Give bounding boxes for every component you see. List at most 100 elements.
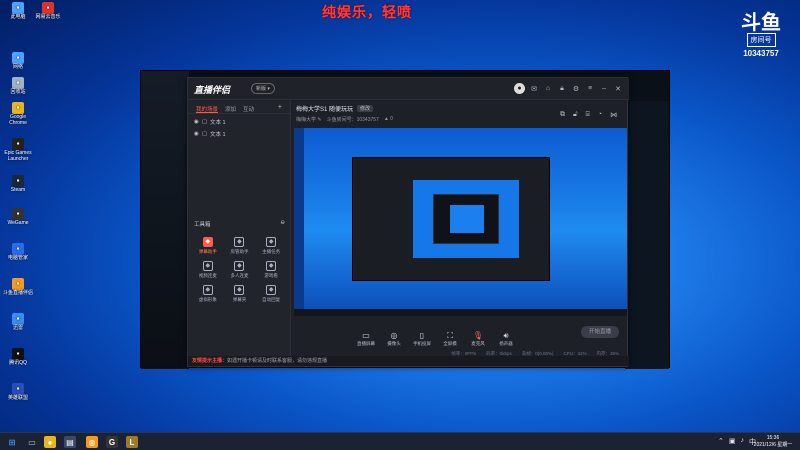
clock-time: 15:36: [766, 435, 780, 441]
explorer-icon[interactable]: ▤: [64, 436, 76, 448]
lock-icon[interactable]: 🔓︎: [573, 111, 578, 119]
tool-label: 弹幕助手: [198, 249, 217, 254]
share-icon[interactable]: ⋈: [610, 111, 617, 119]
source-button[interactable]: ⛶ 全屏模: [436, 331, 464, 347]
desktop-shortcut-label: 网络: [12, 64, 23, 70]
tool-label: 房管助手: [230, 249, 249, 254]
desktop-shortcut[interactable]: ▪ 斗鱼直播伴侣: [2, 278, 34, 297]
tab-scenes[interactable]: 我的场景: [196, 105, 219, 113]
edit-title-button[interactable]: 修改: [357, 105, 374, 112]
tool-item[interactable]: ◆ 房管助手: [224, 237, 256, 255]
desktop-shortcut-label: 腾讯QQ: [9, 360, 27, 366]
reply-icon: ◆: [266, 285, 277, 295]
network-icon: ▪: [12, 52, 24, 64]
nested-preview-inner: [413, 180, 519, 258]
douyu-icon[interactable]: ◍: [86, 436, 98, 448]
task-icon: ◆: [266, 237, 277, 247]
tool-item[interactable]: ◆ 自动回复: [255, 285, 287, 303]
avatar[interactable]: ●: [514, 83, 525, 94]
video-icon: ◆: [202, 261, 213, 271]
source-button[interactable]: 🎙︎ 麦克风: [464, 331, 492, 347]
desktop-shortcut[interactable]: ▪ Google Chrome: [2, 102, 34, 126]
desktop-shortcut[interactable]: ▪ 英雄联盟: [2, 383, 34, 402]
desktop-shortcut[interactable]: ▪ WeGame: [2, 208, 34, 227]
clock[interactable]: 15:36 2021/12/6 星期一: [752, 435, 794, 449]
music-icon: ▪: [42, 2, 54, 14]
tool-label: 多人连麦: [230, 273, 249, 278]
desktop-shortcut[interactable]: ▪ 此电脑: [2, 2, 34, 21]
wegame-icon[interactable]: G: [106, 436, 118, 448]
room-title: 梅梅大学S1 随便玩玩: [296, 107, 354, 113]
add-scene-icon[interactable]: +: [278, 104, 282, 113]
lock-icon[interactable]: 🔒︎: [557, 84, 567, 94]
lock-icon[interactable]: ▢: [202, 119, 207, 125]
nested-preview-inner-3: [450, 205, 484, 233]
stream-preview[interactable]: [294, 128, 627, 316]
tool-item[interactable]: ◆ 虚拟形象: [192, 285, 224, 303]
mic-icon: 🎙︎: [472, 331, 484, 340]
eye-icon[interactable]: ◉: [194, 119, 199, 125]
desktop-shortcut[interactable]: ▪ 回收站: [2, 77, 34, 96]
desktop-shortcut[interactable]: ▪ 电脑管家: [2, 243, 34, 262]
screen-icon: ▭: [362, 331, 370, 340]
tab-add[interactable]: 添加: [225, 105, 236, 113]
desktop-shortcut-label: Google Chrome: [9, 114, 27, 126]
tab-interact[interactable]: 互动: [243, 105, 254, 113]
eye-icon[interactable]: ◉: [194, 131, 199, 137]
tool-item[interactable]: ◆ 多人连麦: [224, 261, 256, 279]
room-id: 斗鱼房间号：10343757: [326, 117, 379, 123]
source-button[interactable]: 🔊︎ 扬声器: [492, 331, 520, 347]
start-live-button[interactable]: 开始直播: [581, 326, 619, 338]
desktop-shortcut[interactable]: ▪ 网易云音乐: [32, 2, 64, 21]
scene-tabs: 我的场景 添加 互动 +: [188, 100, 290, 114]
task-view-icon[interactable]: ▭: [26, 436, 38, 448]
network-icon[interactable]: ▣: [729, 437, 736, 447]
tool-item[interactable]: ◆ 游戏看: [255, 261, 287, 279]
tool-label: 视频连麦: [198, 273, 217, 278]
more-icon[interactable]: ⊖: [280, 220, 285, 228]
toolbox-header: 工具箱 ⊖: [194, 220, 285, 228]
lol-icon[interactable]: L: [126, 436, 138, 448]
chevron-up-icon[interactable]: ⌃: [718, 437, 724, 447]
tool-label: 虚拟形象: [198, 297, 217, 302]
menu-icon[interactable]: ≡: [585, 84, 595, 94]
tool-item[interactable]: ◆ 主播任务: [255, 237, 287, 255]
close-icon[interactable]: ✕: [613, 84, 623, 94]
tool-item[interactable]: ◆ 弹幕助手: [192, 237, 224, 255]
minimize-icon[interactable]: –: [599, 84, 609, 94]
scene-item[interactable]: ◉ ▢ 文本 1: [188, 126, 290, 138]
desktop-shortcut[interactable]: ▪ 迅雷: [2, 313, 34, 332]
version-badge[interactable]: 新版 ▾: [251, 83, 275, 94]
bell-icon[interactable]: ◔: [598, 111, 602, 119]
desktop-shortcut[interactable]: ▪ 腾讯QQ: [2, 348, 34, 367]
source-button[interactable]: ▭ 直播屏幕: [352, 331, 380, 347]
gift-icon[interactable]: ⌸: [586, 111, 590, 119]
epic-icon: ▪: [12, 138, 24, 150]
shield-icon: ▪: [12, 243, 24, 255]
source-button[interactable]: ▯ 手机投屏: [408, 331, 436, 347]
app-logo: 直播伴侣: [194, 85, 231, 95]
desktop-shortcut[interactable]: ▪ 网络: [2, 52, 34, 71]
chrome-icon[interactable]: ●: [44, 436, 56, 448]
copy-icon[interactable]: ⧉: [560, 111, 565, 119]
volume-icon[interactable]: ♪: [741, 437, 745, 447]
clock-date: 2021/12/6 星期一: [753, 442, 793, 448]
desktop-shortcut[interactable]: ▪ Epic Games Launcher: [2, 138, 34, 162]
tool-item[interactable]: ◆ 弹幕夹: [224, 285, 256, 303]
anchor-name: 梅梅大学 ✎: [296, 117, 322, 123]
source-button[interactable]: ◎ 摄像头: [380, 331, 408, 347]
home-icon[interactable]: ⌂: [543, 84, 553, 94]
scene-item[interactable]: ◉ ▢ 文本 1: [188, 114, 290, 126]
desktop-shortcut-label: 英雄联盟: [7, 395, 28, 401]
source-label: 手机投屏: [413, 341, 431, 346]
preview-taskbar: [294, 309, 627, 316]
start-icon[interactable]: ⊞: [6, 436, 18, 448]
tool-item[interactable]: ◆ 视频连麦: [192, 261, 224, 279]
settings-icon[interactable]: ⚙: [571, 84, 581, 94]
message-icon[interactable]: ✉: [529, 84, 539, 94]
desktop-shortcut[interactable]: ▪ Steam: [2, 175, 34, 194]
douyu-watermark: 斗鱼 房间号 10343757: [736, 12, 786, 58]
lock-icon[interactable]: ▢: [202, 131, 207, 137]
window-controls: ● ✉ ⌂ 🔒︎ ⚙ ≡ – ✕: [514, 83, 623, 94]
desktop-shortcut-label: Steam: [10, 187, 26, 193]
